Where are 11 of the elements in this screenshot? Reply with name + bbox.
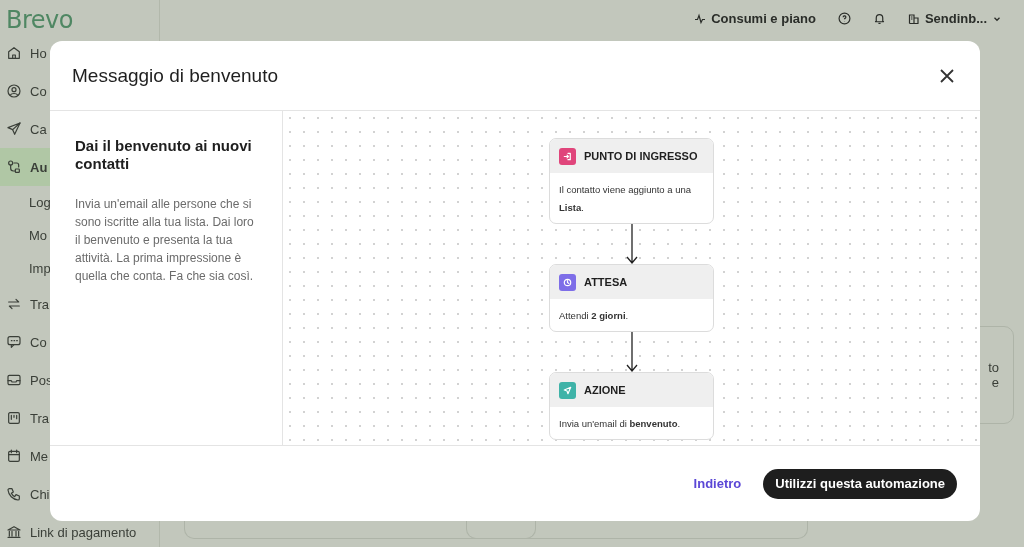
step-description: Il contatto viene aggiunto a una Lista.	[559, 184, 692, 213]
card-text: e	[991, 375, 999, 390]
step-title: AZIONE	[584, 384, 626, 396]
modal-title: Messaggio di benvenuto	[72, 64, 278, 87]
step-title: PUNTO DI INGRESSO	[584, 150, 698, 162]
card-text: to	[988, 360, 999, 375]
step-title: ATTESA	[584, 276, 628, 288]
step-description: Invia un'email di benvenuto.	[559, 418, 681, 429]
template-description: Invia un'email alle persone che si sono iscritte alla tua lista. Dai loro il benvenuto e presenta la tua attività. La prima impressione è quella che conta. Fa che sia così.	[75, 196, 255, 285]
step-description: Attendi 2 giorni.	[559, 310, 629, 321]
template-heading: Dai il benvenuto ai nuovi contatti	[75, 137, 253, 173]
